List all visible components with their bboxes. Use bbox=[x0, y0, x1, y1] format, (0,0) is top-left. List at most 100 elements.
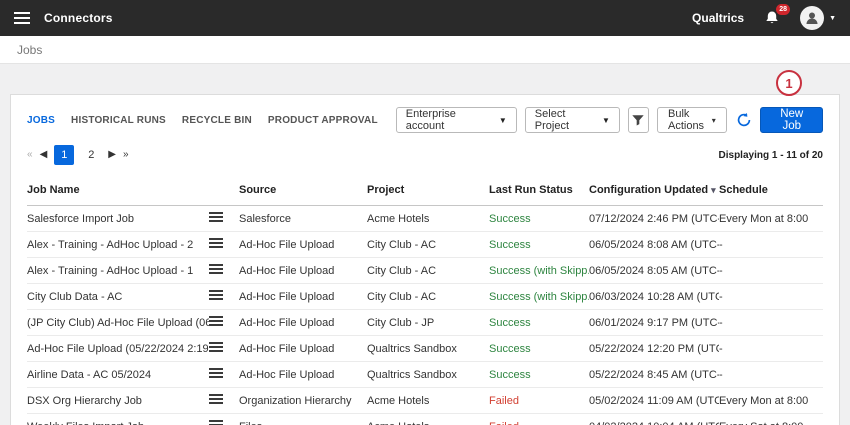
next-page-icon[interactable]: ▶ bbox=[108, 150, 116, 160]
page-title: Jobs bbox=[17, 43, 42, 57]
row-menu-icon[interactable] bbox=[209, 290, 223, 300]
source-cell: Salesforce bbox=[239, 206, 367, 232]
source-cell: Ad-Hoc File Upload bbox=[239, 232, 367, 258]
updated-cell: 07/12/2024 2:46 PM (UTC-0... bbox=[589, 206, 719, 232]
updated-cell: 06/05/2024 8:08 AM (UTC-0... bbox=[589, 232, 719, 258]
schedule-cell: - bbox=[719, 232, 823, 258]
updated-cell: 05/02/2024 11:09 AM (UTC-... bbox=[589, 388, 719, 414]
job-name-cell[interactable]: Alex - Training - AdHoc Upload - 1 bbox=[27, 258, 209, 284]
table-row[interactable]: DSX Org Hierarchy Job Organization Hiera… bbox=[27, 388, 823, 414]
status-cell: Success bbox=[489, 336, 589, 362]
first-page-icon[interactable]: « bbox=[27, 150, 33, 160]
header-last-run-status[interactable]: Last Run Status bbox=[489, 175, 589, 206]
funnel-icon bbox=[631, 113, 645, 127]
source-cell: Ad-Hoc File Upload bbox=[239, 336, 367, 362]
job-name-cell[interactable]: Airline Data - AC 05/2024 bbox=[27, 362, 209, 388]
bulk-actions-button[interactable]: Bulk Actions ▾ bbox=[657, 107, 727, 133]
account-dropdown[interactable]: Enterprise account ▼ bbox=[396, 107, 517, 133]
status-cell: Success (with Skipp... bbox=[489, 284, 589, 310]
project-cell: Qualtrics Sandbox bbox=[367, 362, 489, 388]
job-name-cell[interactable]: Salesforce Import Job bbox=[27, 206, 209, 232]
row-menu-icon[interactable] bbox=[209, 264, 223, 274]
refresh-button[interactable] bbox=[735, 107, 753, 133]
chevron-down-icon: ▼ bbox=[602, 116, 610, 125]
user-icon bbox=[804, 10, 820, 26]
project-cell: Qualtrics Sandbox bbox=[367, 336, 489, 362]
project-cell: Acme Hotels bbox=[367, 388, 489, 414]
source-cell: Ad-Hoc File Upload bbox=[239, 284, 367, 310]
job-name-cell[interactable]: (JP City Club) Ad-Hoc File Upload (06/01… bbox=[27, 310, 209, 336]
last-page-icon[interactable]: » bbox=[123, 150, 129, 160]
project-cell: Acme Hotels bbox=[367, 414, 489, 425]
updated-cell: 06/05/2024 8:05 AM (UTC-0... bbox=[589, 258, 719, 284]
row-menu-icon[interactable] bbox=[209, 212, 223, 222]
filter-button[interactable] bbox=[628, 107, 649, 133]
row-menu-icon[interactable] bbox=[209, 342, 223, 352]
status-cell: Success bbox=[489, 206, 589, 232]
table-row[interactable]: Salesforce Import Job Salesforce Acme Ho… bbox=[27, 206, 823, 232]
chevron-down-icon: ▼ bbox=[499, 116, 507, 125]
table-row[interactable]: Alex - Training - AdHoc Upload - 1 Ad-Ho… bbox=[27, 258, 823, 284]
table-row[interactable]: Weekly Files Import Job Files Acme Hotel… bbox=[27, 414, 823, 425]
project-cell: Acme Hotels bbox=[367, 206, 489, 232]
table-row[interactable]: (JP City Club) Ad-Hoc File Upload (06/01… bbox=[27, 310, 823, 336]
tab-product-approval[interactable]: PRODUCT APPROVAL bbox=[268, 115, 378, 126]
status-cell: Success bbox=[489, 362, 589, 388]
header-menu-spacer bbox=[209, 175, 239, 206]
project-dropdown-value: Select Project bbox=[535, 108, 592, 132]
schedule-cell: - bbox=[719, 362, 823, 388]
job-name-cell[interactable]: Ad-Hoc File Upload (05/22/2024 2:19 PM .… bbox=[27, 336, 209, 362]
callout-annotation-1: 1 bbox=[776, 70, 802, 96]
schedule-cell: Every Mon at 8:00 bbox=[719, 206, 823, 232]
new-job-button[interactable]: New Job bbox=[760, 107, 823, 133]
source-cell: Organization Hierarchy bbox=[239, 388, 367, 414]
sort-desc-icon: ▾ bbox=[711, 185, 716, 195]
table-row[interactable]: Ad-Hoc File Upload (05/22/2024 2:19 PM .… bbox=[27, 336, 823, 362]
header-configuration-updated[interactable]: Configuration Updated▾ bbox=[589, 175, 719, 206]
refresh-icon bbox=[736, 112, 752, 128]
row-menu-icon[interactable] bbox=[209, 394, 223, 404]
tab-bar: JOBS HISTORICAL RUNS RECYCLE BIN PRODUCT… bbox=[27, 115, 378, 126]
jobs-toolbar: JOBS HISTORICAL RUNS RECYCLE BIN PRODUCT… bbox=[27, 107, 823, 133]
hamburger-menu-icon[interactable] bbox=[14, 12, 30, 24]
updated-cell: 04/02/2024 10:04 AM (UTC-... bbox=[589, 414, 719, 425]
caret-down-icon: ▾ bbox=[712, 116, 716, 125]
job-name-cell[interactable]: Alex - Training - AdHoc Upload - 2 bbox=[27, 232, 209, 258]
job-name-cell[interactable]: DSX Org Hierarchy Job bbox=[27, 388, 209, 414]
pagination: « ◀ 1 2 ▶ » Displaying 1 - 11 of 20 bbox=[27, 145, 823, 165]
prev-page-icon[interactable]: ◀ bbox=[40, 150, 48, 160]
row-menu-icon[interactable] bbox=[209, 238, 223, 248]
avatar bbox=[800, 6, 824, 30]
header-job-name[interactable]: Job Name bbox=[27, 175, 209, 206]
status-cell: Success bbox=[489, 232, 589, 258]
source-cell: Ad-Hoc File Upload bbox=[239, 310, 367, 336]
notifications-button[interactable]: 28 bbox=[764, 10, 780, 26]
project-cell: City Club - JP bbox=[367, 310, 489, 336]
table-row[interactable]: Alex - Training - AdHoc Upload - 2 Ad-Ho… bbox=[27, 232, 823, 258]
table-row[interactable]: Airline Data - AC 05/2024 Ad-Hoc File Up… bbox=[27, 362, 823, 388]
top-navigation-bar: Connectors Qualtrics 28 ▼ bbox=[0, 0, 850, 36]
table-row[interactable]: City Club Data - AC Ad-Hoc File Upload C… bbox=[27, 284, 823, 310]
notification-count-badge: 28 bbox=[776, 4, 790, 15]
job-name-cell[interactable]: Weekly Files Import Job bbox=[27, 414, 209, 425]
header-source[interactable]: Source bbox=[239, 175, 367, 206]
row-menu-icon[interactable] bbox=[209, 368, 223, 378]
schedule-cell: - bbox=[719, 284, 823, 310]
header-schedule[interactable]: Schedule bbox=[719, 175, 823, 206]
brand-logo[interactable]: Qualtrics bbox=[692, 11, 744, 25]
tab-jobs[interactable]: JOBS bbox=[27, 115, 55, 126]
job-name-cell[interactable]: City Club Data - AC bbox=[27, 284, 209, 310]
project-dropdown[interactable]: Select Project ▼ bbox=[525, 107, 620, 133]
project-cell: City Club - AC bbox=[367, 232, 489, 258]
page-button-1[interactable]: 1 bbox=[54, 145, 74, 165]
row-menu-icon[interactable] bbox=[209, 316, 223, 326]
status-cell: Failed bbox=[489, 414, 589, 425]
page-button-2[interactable]: 2 bbox=[81, 145, 101, 165]
jobs-table: Job Name Source Project Last Run Status … bbox=[27, 175, 823, 425]
tab-historical-runs[interactable]: HISTORICAL RUNS bbox=[71, 115, 166, 126]
header-project[interactable]: Project bbox=[367, 175, 489, 206]
account-menu-button[interactable]: ▼ bbox=[800, 6, 836, 30]
tab-recycle-bin[interactable]: RECYCLE BIN bbox=[182, 115, 252, 126]
row-menu-icon[interactable] bbox=[209, 420, 223, 425]
table-header-row: Job Name Source Project Last Run Status … bbox=[27, 175, 823, 206]
